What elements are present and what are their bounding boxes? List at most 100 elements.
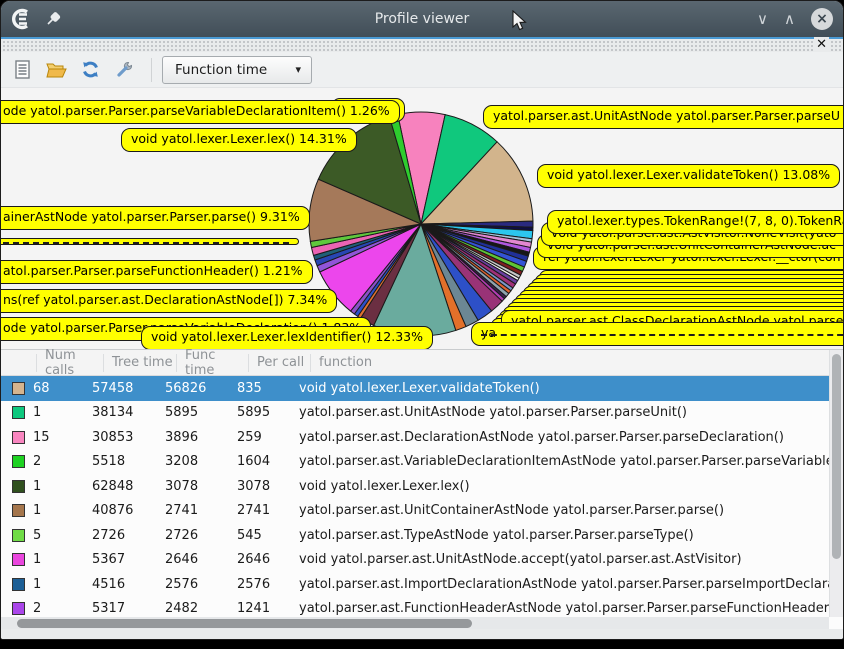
cell-value: 3896: [157, 430, 229, 445]
cell-value: 2576: [229, 577, 291, 592]
table-row[interactable]: 13813458955895yatol.parser.ast.UnitAstNo…: [1, 401, 829, 426]
pie-slice-label: ya: [471, 322, 843, 346]
toolbar-separator: [151, 58, 152, 82]
function-color-swatch: [12, 504, 25, 517]
chevron-down-icon: ▾: [295, 63, 301, 76]
cell-value: 1: [25, 577, 84, 592]
horizontal-scrollbar-thumb[interactable]: [17, 619, 472, 628]
table-row[interactable]: 527262726545yatol.parser.ast.TypeAstNode…: [1, 523, 829, 548]
horizontal-scrollbar[interactable]: [1, 617, 829, 629]
cell-value: 2: [25, 601, 84, 616]
cell-value: 3208: [157, 454, 229, 469]
cell-value: 1241: [229, 601, 291, 616]
cell-value: 1: [25, 503, 84, 518]
chart-mode-dropdown[interactable]: Function time ▾: [162, 56, 312, 84]
cell-function: void yatol.lexer.Lexer.validateToken(): [291, 381, 829, 396]
cell-value: 2741: [157, 503, 229, 518]
vertical-scrollbar-thumb[interactable]: [832, 354, 841, 559]
cell-value: 5895: [157, 405, 229, 420]
refresh-icon: [81, 60, 100, 79]
titlebar[interactable]: Profile viewer ∨ ∧ ×: [1, 1, 843, 37]
cell-value: 56826: [157, 381, 229, 396]
profile-table: Num callsTree timeFunc timePer callfunct…: [1, 349, 843, 629]
swatch-column-header[interactable]: [1, 354, 37, 372]
cell-value: 15: [25, 430, 84, 445]
function-color-swatch: [12, 431, 25, 444]
cell-value: 2646: [157, 552, 229, 567]
column-header-function[interactable]: function: [311, 354, 829, 372]
table-row[interactable]: 15308533896259yatol.parser.ast.Declarati…: [1, 425, 829, 450]
cell-value: 1: [25, 405, 84, 420]
table-row[interactable]: 1536726462646void yatol.parser.ast.UnitA…: [1, 548, 829, 573]
column-header-per-call[interactable]: Per call: [249, 354, 311, 372]
cell-value: 835: [229, 381, 291, 396]
cell-value: 5895: [229, 405, 291, 420]
function-color-swatch: [12, 553, 25, 566]
cell-value: 2741: [229, 503, 291, 518]
cell-function: void yatol.lexer.Lexer.lex(): [291, 479, 829, 494]
cell-value: 2646: [229, 552, 291, 567]
cell-value: 57458: [84, 381, 157, 396]
pie-slice-label: yatol.lexer.types.TokenRange!(7, 8, 0).T…: [547, 210, 843, 234]
cell-value: 1: [25, 552, 84, 567]
refresh-button[interactable]: [77, 57, 103, 83]
cell-function: yatol.parser.ast.UnitAstNode yatol.parse…: [291, 405, 829, 420]
window-bottom-padding: [1, 629, 843, 640]
report-icon: [14, 60, 31, 79]
cell-value: 1604: [229, 454, 291, 469]
cell-function: yatol.parser.ast.FunctionHeaderAstNode y…: [291, 601, 829, 616]
screen: Profile viewer ∨ ∧ × ✕: [0, 0, 844, 649]
column-header-num-calls[interactable]: Num calls: [37, 354, 104, 372]
table-row[interactable]: 16284830783078void yatol.lexer.Lexer.lex…: [1, 474, 829, 499]
column-header-tree-time[interactable]: Tree time: [104, 354, 177, 372]
cell-value: 2576: [157, 577, 229, 592]
function-color-swatch: [12, 382, 25, 395]
pie-slice-label: [1, 238, 299, 245]
cell-value: 2482: [157, 601, 229, 616]
minimize-button[interactable]: ∨: [757, 12, 768, 27]
close-button[interactable]: ×: [811, 8, 833, 30]
function-color-swatch: [12, 529, 25, 542]
cell-value: 4516: [84, 577, 157, 592]
cell-value: 5518: [84, 454, 157, 469]
function-color-swatch: [12, 455, 25, 468]
cell-value: 62848: [84, 479, 157, 494]
vertical-scrollbar[interactable]: [829, 350, 843, 617]
table-row[interactable]: 2531724821241yatol.parser.ast.FunctionHe…: [1, 597, 829, 618]
cell-value: 68: [25, 381, 84, 396]
open-file-button[interactable]: [43, 57, 69, 83]
dock-grip[interactable]: ✕: [1, 39, 843, 52]
cell-value: 2: [25, 454, 84, 469]
cell-value: 40876: [84, 503, 157, 518]
toolbar: Function time ▾: [1, 52, 843, 88]
dock-close-button[interactable]: ✕: [814, 37, 829, 52]
maximize-button[interactable]: ∧: [784, 12, 795, 27]
table-row[interactable]: 685745856826835void yatol.lexer.Lexer.va…: [1, 376, 829, 401]
function-color-swatch: [12, 602, 25, 615]
cell-function: yatol.parser.ast.ImportDeclarationAstNod…: [291, 577, 829, 592]
cell-value: 3078: [229, 479, 291, 494]
pie-slice-label: yatol.parser.ast.UnitAstNode yatol.parse…: [483, 105, 843, 129]
table-row[interactable]: 1451625762576yatol.parser.ast.ImportDecl…: [1, 572, 829, 597]
cell-value: 3078: [157, 479, 229, 494]
function-color-swatch: [12, 578, 25, 591]
report-button[interactable]: [9, 57, 35, 83]
table-row[interactable]: 2551832081604yatol.parser.ast.VariableDe…: [1, 450, 829, 475]
cell-function: yatol.parser.ast.TypeAstNode yatol.parse…: [291, 528, 829, 543]
column-header-func-time[interactable]: Func time: [177, 354, 249, 372]
pie-slice-label: atol.parser.Parser.parseFunctionHeader()…: [1, 260, 313, 284]
function-color-swatch: [12, 406, 25, 419]
pie-slice-label: void yatol.lexer.Lexer.lex() 14.31%: [121, 128, 357, 152]
cell-value: 2726: [157, 528, 229, 543]
cell-function: yatol.parser.ast.VariableDeclarationItem…: [291, 454, 829, 469]
options-button[interactable]: [111, 57, 137, 83]
pie-slice-label: void yatol.lexer.Lexer.lexIdentifier() 1…: [141, 326, 433, 349]
window-title: Profile viewer: [1, 11, 843, 27]
open-folder-icon: [46, 61, 67, 78]
cell-value: 5317: [84, 601, 157, 616]
cell-function: void yatol.parser.ast.UnitAstNode.accept…: [291, 552, 829, 567]
wrench-icon: [115, 60, 134, 79]
pie-slice-label: ainerAstNode yatol.parser.Parser.parse()…: [1, 206, 310, 230]
table-header: Num callsTree timeFunc timePer callfunct…: [1, 350, 829, 376]
table-row[interactable]: 14087627412741yatol.parser.ast.UnitConta…: [1, 499, 829, 524]
